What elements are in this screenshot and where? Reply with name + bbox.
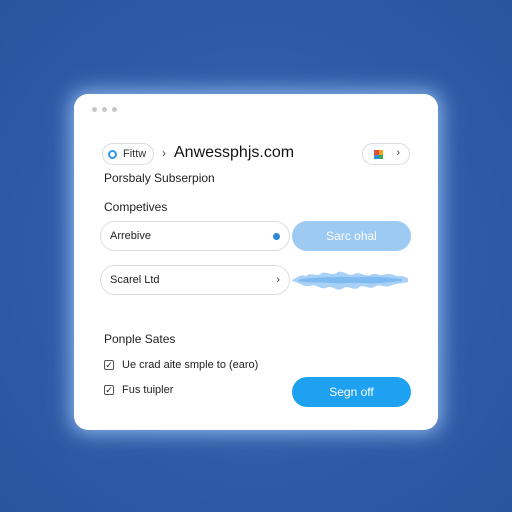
option-label: Ue crad aite smple to (earo) <box>122 359 259 371</box>
site-identity-pill[interactable]: Fittw <box>102 143 154 165</box>
company-select[interactable]: Scarel Ltd › <box>100 265 290 295</box>
window-dot[interactable] <box>92 107 97 112</box>
option-row[interactable]: ✓ Ue crad aite smple to (earo) <box>104 359 258 371</box>
site-ring-icon <box>108 149 117 159</box>
option-label: Fus tuipler <box>122 384 174 396</box>
site-label: Fittw <box>123 148 147 160</box>
chevron-right-icon: › <box>276 274 280 286</box>
sign-off-button[interactable]: Segn off <box>292 377 411 407</box>
window-controls <box>92 107 117 112</box>
chevron-right-icon: › <box>396 147 400 159</box>
address-bar: Fittw › Anwessphjs.com › <box>102 143 410 167</box>
window-dot[interactable] <box>102 107 107 112</box>
checkbox[interactable]: ✓ <box>104 360 114 370</box>
extensions-button[interactable]: › <box>362 143 410 165</box>
extension-grid-icon <box>374 150 383 159</box>
chevron-right-icon: › <box>162 146 166 160</box>
competives-label: Competives <box>104 200 168 214</box>
competives-input-value: Arrebive <box>110 230 151 242</box>
section-heading: Porsbaly Subserpion <box>104 171 215 185</box>
window-dot[interactable] <box>112 107 117 112</box>
option-row[interactable]: ✓ Fus tuipler <box>104 384 173 396</box>
people-sates-label: Ponple Sates <box>104 332 176 346</box>
search-button[interactable]: Sarc ohal <box>292 221 411 251</box>
audio-waveform-icon <box>292 271 408 290</box>
competives-input[interactable]: Arrebive <box>100 221 290 251</box>
page-domain[interactable]: Anwessphjs.com <box>174 144 294 162</box>
checkbox[interactable]: ✓ <box>104 385 114 395</box>
browser-card: Fittw › Anwessphjs.com › Porsbaly Subser… <box>74 94 438 430</box>
company-select-value: Scarel Ltd <box>110 274 160 286</box>
status-dot-icon <box>273 233 280 240</box>
